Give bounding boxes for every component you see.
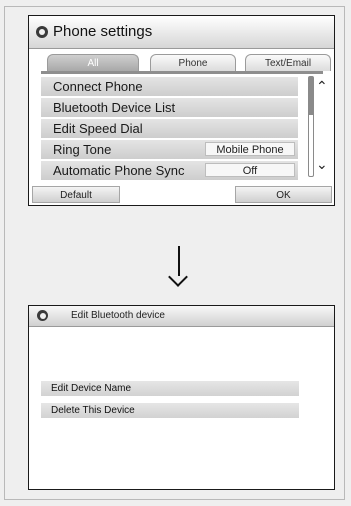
scroll-down-icon[interactable]: ⌄: [316, 156, 328, 173]
tab-underline: [41, 71, 323, 74]
screen-header: Phone settings: [29, 16, 334, 49]
edit-bluetooth-device-screen: Edit Bluetooth device Edit Device Name D…: [28, 305, 335, 490]
screen-header: Edit Bluetooth device: [29, 306, 334, 327]
scrollbar-thumb[interactable]: [309, 77, 313, 115]
tab-all[interactable]: All: [47, 54, 139, 71]
menu-item-label: Ring Tone: [53, 142, 112, 157]
menu-item-edit-speed-dial[interactable]: Edit Speed Dial: [41, 119, 298, 138]
phone-settings-screen: Phone settings All Phone Text/Email Conn…: [28, 15, 335, 206]
menu-item-label: Connect Phone: [53, 79, 143, 94]
menu-item-label: Edit Speed Dial: [53, 121, 143, 136]
menu-item-edit-device-name[interactable]: Edit Device Name: [41, 381, 299, 396]
gear-icon: [37, 310, 48, 321]
tab-text-email[interactable]: Text/Email: [245, 54, 331, 71]
menu-item-label: Bluetooth Device List: [53, 100, 176, 115]
down-arrow-icon: [178, 246, 180, 276]
ok-button[interactable]: OK: [235, 186, 332, 203]
gear-icon: [36, 26, 48, 38]
menu-item-ring-tone[interactable]: Ring Tone Mobile Phone: [41, 140, 298, 159]
tab-phone[interactable]: Phone: [150, 54, 236, 71]
menu-item-label: Edit Device Name: [51, 383, 132, 394]
phone-sync-value: Off: [205, 163, 295, 177]
screen-title: Edit Bluetooth device: [71, 310, 165, 321]
tab-bar: All Phone Text/Email: [47, 54, 331, 71]
menu-item-connect-phone[interactable]: Connect Phone: [41, 77, 298, 96]
scrollbar[interactable]: [308, 76, 314, 177]
menu-item-bluetooth-device-list[interactable]: Bluetooth Device List: [41, 98, 298, 117]
menu-item-label: Delete This Device: [51, 405, 135, 416]
ring-tone-value: Mobile Phone: [205, 142, 295, 156]
default-button[interactable]: Default: [32, 186, 120, 203]
screen-title: Phone settings: [53, 23, 153, 40]
menu-item-label: Automatic Phone Sync: [53, 163, 185, 178]
scroll-up-icon[interactable]: ⌃: [316, 78, 328, 95]
menu-item-automatic-phone-sync[interactable]: Automatic Phone Sync Off: [41, 161, 298, 180]
menu-item-delete-this-device[interactable]: Delete This Device: [41, 403, 299, 418]
footer-bar: Default OK: [29, 182, 334, 205]
